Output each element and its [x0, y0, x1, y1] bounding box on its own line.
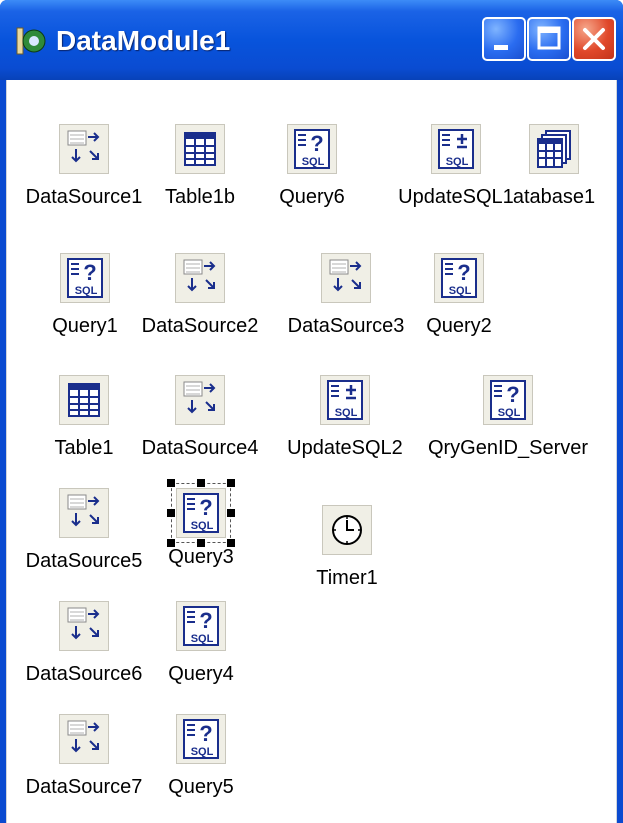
query-sql-icon: ? SQL	[287, 124, 337, 174]
minimize-button[interactable]	[482, 17, 526, 61]
close-icon	[583, 28, 605, 50]
resize-handle-w[interactable]	[167, 509, 175, 517]
svg-text:?: ?	[310, 131, 323, 156]
component-label: Query4	[168, 663, 234, 685]
svg-text:?: ?	[199, 608, 212, 633]
sql-glyph: SQL	[191, 520, 214, 532]
component-datasource7[interactable]: DataSource7	[26, 714, 142, 798]
svg-text:?: ?	[83, 260, 96, 285]
database-icon	[529, 124, 579, 174]
component-datasource4[interactable]: DataSource4	[142, 375, 258, 459]
window-frame: DataModule1 DataSource1 Table1b ? SQL Qu…	[0, 0, 623, 823]
component-datasource2[interactable]: DataSource2	[142, 253, 258, 337]
component-query5[interactable]: ? SQL Query5	[168, 714, 234, 798]
query-sql-icon: ? SQL	[176, 488, 226, 538]
component-label: Query2	[426, 315, 492, 337]
svg-text:?: ?	[506, 382, 519, 407]
datasource-icon	[175, 253, 225, 303]
component-datasource3[interactable]: DataSource3	[288, 253, 404, 337]
minimize-icon	[494, 45, 508, 50]
component-label: QryGenID_Server	[427, 437, 589, 459]
table-icon	[59, 375, 109, 425]
component-datasource5[interactable]: DataSource5	[26, 488, 142, 572]
component-label: atabase1	[512, 186, 596, 208]
svg-text:?: ?	[199, 495, 212, 520]
component-qrygenid-server[interactable]: ? SQL QryGenID_Server	[428, 375, 588, 459]
component-datasource6[interactable]: DataSource6	[26, 601, 142, 685]
sql-glyph: SQL	[498, 407, 521, 419]
sql-glyph: SQL	[191, 746, 214, 758]
updatesql-icon: SQL	[320, 375, 370, 425]
sql-glyph: SQL	[446, 156, 469, 168]
query-sql-icon: ? SQL	[176, 714, 226, 764]
component-table1b[interactable]: Table1b	[165, 124, 235, 208]
datasource-icon	[175, 375, 225, 425]
svg-text:?: ?	[199, 721, 212, 746]
component-query1[interactable]: ? SQL Query1	[52, 253, 118, 337]
component-query2[interactable]: ? SQL Query2	[426, 253, 492, 337]
component-timer1[interactable]: Timer1	[316, 505, 378, 589]
maximize-icon	[537, 26, 561, 50]
table-icon	[175, 124, 225, 174]
app-icon	[16, 27, 46, 55]
maximize-button[interactable]	[527, 17, 571, 61]
datasource-icon	[321, 253, 371, 303]
component-database1[interactable]: atabase1	[513, 124, 595, 208]
timer-icon	[322, 505, 372, 555]
data-module-canvas[interactable]: DataSource1 Table1b ? SQL Query6 SQL Upda…	[6, 80, 617, 823]
component-table1[interactable]: Table1	[55, 375, 113, 459]
window-title: DataModule1	[56, 25, 231, 56]
sql-glyph: SQL	[191, 633, 214, 645]
component-label: Query5	[168, 776, 234, 798]
resize-handle-ne[interactable]	[227, 479, 235, 487]
resize-handle-n[interactable]	[197, 479, 205, 487]
updatesql-icon: SQL	[431, 124, 481, 174]
datasource-icon	[59, 124, 109, 174]
component-updatesql2[interactable]: SQL UpdateSQL2	[287, 375, 403, 459]
datasource-icon	[59, 488, 109, 538]
resize-handle-e[interactable]	[227, 509, 235, 517]
component-query6[interactable]: ? SQL Query6	[279, 124, 345, 208]
component-query4[interactable]: ? SQL Query4	[168, 601, 234, 685]
sql-glyph: SQL	[449, 285, 472, 297]
component-label: Query3	[168, 546, 234, 568]
resize-handle-nw[interactable]	[167, 479, 175, 487]
component-query3[interactable]: ? SQL Query3	[167, 479, 235, 568]
component-updatesql1[interactable]: SQL UpdateSQL1	[398, 124, 514, 208]
query-sql-icon: ? SQL	[434, 253, 484, 303]
sql-glyph: SQL	[335, 407, 358, 419]
component-datasource1[interactable]: DataSource1	[26, 124, 142, 208]
svg-text:?: ?	[457, 260, 470, 285]
title-bar[interactable]: DataModule1	[0, 0, 623, 80]
close-button[interactable]	[572, 17, 616, 61]
datasource-icon	[59, 714, 109, 764]
component-label: Timer1	[316, 567, 378, 589]
query-sql-icon: ? SQL	[176, 601, 226, 651]
sql-glyph: SQL	[302, 156, 325, 168]
query-sql-icon: ? SQL	[60, 253, 110, 303]
datasource-icon	[59, 601, 109, 651]
query-sql-icon: ? SQL	[483, 375, 533, 425]
sql-glyph: SQL	[75, 285, 98, 297]
